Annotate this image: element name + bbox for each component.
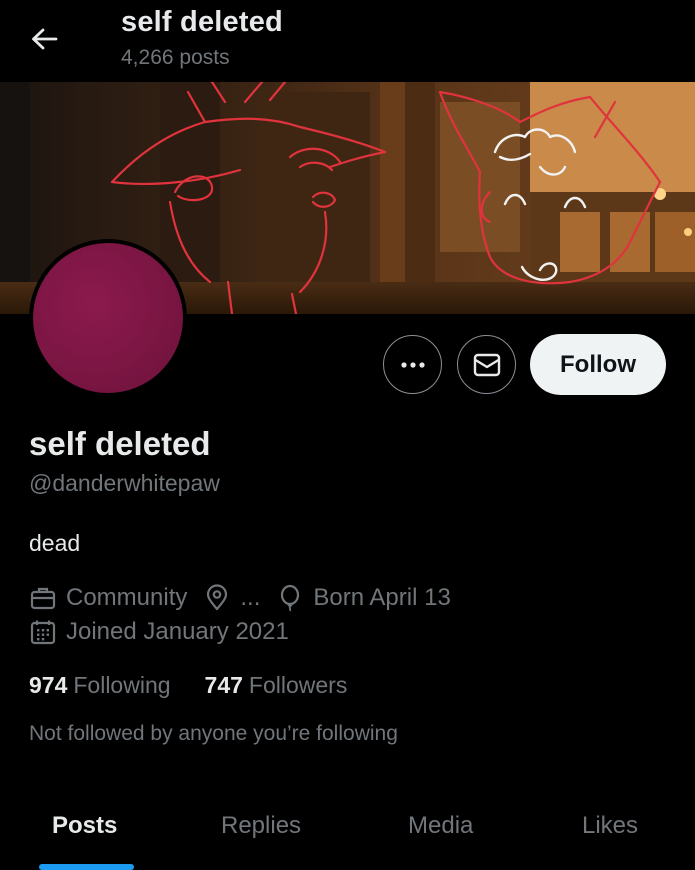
balloon-icon [276, 584, 304, 612]
calendar-icon [29, 618, 57, 646]
follow-button[interactable]: Follow [530, 334, 666, 395]
more-options-button[interactable] [383, 335, 442, 394]
joined-label: Joined January 2021 [66, 618, 289, 645]
tab-posts[interactable]: Posts [52, 812, 117, 840]
profile-tabs: Posts Replies Media Likes [0, 790, 695, 870]
followers-count: 747 [204, 672, 243, 698]
location-pin-icon [203, 584, 231, 612]
not-followed-notice: Not followed by anyone you’re following [29, 722, 398, 745]
tab-replies[interactable]: Replies [221, 812, 301, 840]
followers-label: Followers [248, 672, 348, 698]
meta-location[interactable]: ... [203, 584, 260, 612]
following-stat[interactable]: 974 Following [29, 672, 171, 699]
profile-page: self deleted 4,266 posts Follow self del… [0, 0, 695, 870]
arrow-left-icon [30, 27, 58, 51]
message-button[interactable] [457, 335, 516, 394]
birthday-label: Born April 13 [313, 584, 451, 611]
back-button[interactable] [22, 20, 66, 58]
more-icon [400, 361, 426, 369]
profile-bio: dead [29, 530, 81, 556]
following-label: Following [73, 672, 171, 698]
profile-meta-row: Community ... Born April 13 [29, 583, 467, 613]
meta-joined: Joined January 2021 [29, 618, 289, 646]
top-bar: self deleted 4,266 posts [0, 0, 695, 82]
location-label: ... [240, 584, 261, 611]
briefcase-icon [29, 584, 57, 612]
following-count: 974 [29, 672, 68, 698]
followers-stat[interactable]: 747 Followers [205, 672, 348, 699]
tab-likes[interactable]: Likes [582, 812, 638, 840]
display-name: self deleted [29, 425, 211, 462]
header-title: self deleted [121, 6, 283, 38]
post-count: 4,266 posts [121, 46, 230, 69]
meta-birthday: Born April 13 [276, 584, 451, 612]
active-tab-indicator [39, 864, 134, 870]
tab-media[interactable]: Media [408, 812, 473, 840]
user-handle: @danderwhitepaw [29, 470, 220, 496]
envelope-icon [473, 353, 501, 377]
follow-stats: 974 Following 747 Followers [29, 672, 381, 699]
profile-avatar[interactable] [29, 239, 187, 397]
category-label: Community [66, 584, 188, 611]
meta-category: Community [29, 584, 187, 612]
profile-joined-row: Joined January 2021 [29, 617, 305, 647]
